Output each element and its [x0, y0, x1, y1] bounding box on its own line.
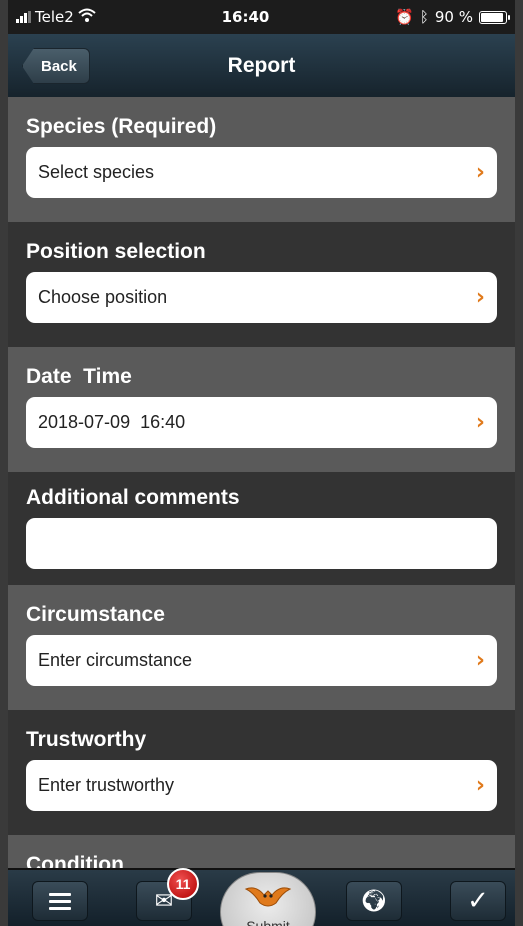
battery-icon	[478, 10, 510, 24]
confirm-button[interactable]: ✓	[450, 881, 506, 921]
phone-screen: Tele2 16:40 ⏰ ᛒ 90 % Back Report Species…	[0, 0, 523, 926]
condition-section: Condition	[8, 835, 515, 868]
datetime-label: Date Time	[26, 365, 132, 388]
bird-logo-icon	[244, 883, 292, 916]
report-form[interactable]: Species (Required) Select species › Posi…	[8, 97, 515, 868]
datetime-section: Date Time 2018-07-09 16:40 ›	[8, 347, 515, 472]
species-section: Species (Required) Select species ›	[8, 97, 515, 222]
trustworthy-label: Trustworthy	[26, 728, 147, 751]
signal-icon	[16, 11, 31, 23]
circumstance-select[interactable]: Enter circumstance ›	[26, 635, 497, 686]
comments-input[interactable]	[26, 518, 497, 569]
globe-icon: 🌍︎	[360, 888, 388, 914]
carrier-label: Tele2	[35, 8, 74, 26]
circumstance-section: Circumstance Enter circumstance ›	[8, 585, 515, 710]
submit-label: Submit	[246, 918, 290, 926]
status-left: Tele2	[16, 8, 96, 26]
trustworthy-section: Trustworthy Enter trustworthy ›	[8, 710, 515, 835]
bluetooth-icon: ᛒ	[419, 8, 429, 26]
chevron-right-icon: ›	[475, 285, 485, 310]
menu-button[interactable]	[32, 881, 88, 921]
submit-button[interactable]: Submit	[220, 872, 316, 926]
comments-section: Additional comments	[8, 472, 515, 585]
chevron-right-icon: ›	[475, 648, 485, 673]
bottom-toolbar: ✉ 11 Submit 🌍︎ ✓	[8, 868, 515, 926]
species-select[interactable]: Select species ›	[26, 147, 497, 198]
position-label: Position selection	[26, 240, 206, 263]
circumstance-label: Circumstance	[26, 603, 165, 626]
message-count-badge: 11	[167, 868, 199, 900]
trustworthy-value: Enter trustworthy	[38, 775, 175, 795]
species-label: Species (Required)	[26, 115, 217, 138]
page-title: Report	[227, 53, 296, 77]
map-button[interactable]: 🌍︎	[346, 881, 402, 921]
condition-label: Condition	[26, 853, 124, 868]
position-value: Choose position	[38, 287, 168, 307]
battery-percent: 90 %	[434, 8, 473, 26]
navigation-bar: Back Report	[8, 34, 515, 97]
position-select[interactable]: Choose position ›	[26, 272, 497, 323]
chevron-right-icon: ›	[475, 410, 485, 435]
wifi-icon	[78, 8, 96, 26]
status-bar: Tele2 16:40 ⏰ ᛒ 90 %	[8, 0, 515, 34]
circumstance-value: Enter circumstance	[38, 650, 193, 670]
status-right: ⏰ ᛒ 90 %	[395, 8, 510, 26]
status-time: 16:40	[221, 8, 270, 26]
datetime-value: 2018-07-09 16:40	[38, 412, 186, 432]
back-button[interactable]: Back	[22, 48, 90, 84]
chevron-right-icon: ›	[475, 160, 485, 185]
checkmark-icon: ✓	[467, 886, 489, 916]
alarm-icon: ⏰	[395, 8, 414, 26]
hamburger-icon	[49, 892, 71, 910]
species-value: Select species	[38, 162, 155, 182]
chevron-right-icon: ›	[475, 773, 485, 798]
datetime-select[interactable]: 2018-07-09 16:40 ›	[26, 397, 497, 448]
comments-label: Additional comments	[26, 486, 240, 509]
trustworthy-select[interactable]: Enter trustworthy ›	[26, 760, 497, 811]
position-section: Position selection Choose position ›	[8, 222, 515, 347]
